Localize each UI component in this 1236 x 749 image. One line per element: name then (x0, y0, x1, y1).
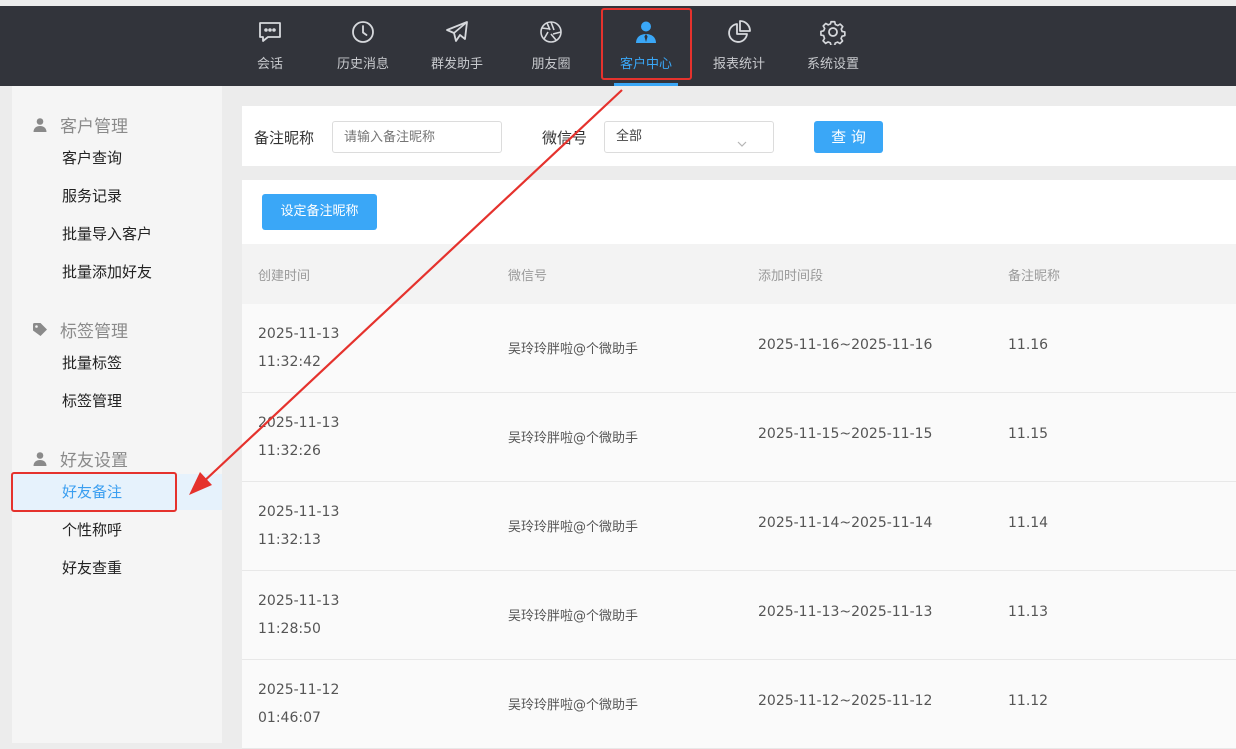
sidebar-item-personal-address[interactable]: 个性称呼 (12, 512, 222, 548)
column-header-add-period: 添加时间段 (758, 269, 824, 284)
cell-wechat: 吴玲玲胖啦@个微助手 (508, 609, 639, 624)
column-header-wechat: 微信号 (508, 269, 548, 284)
sidebar-group-title: 标签管理 (60, 322, 128, 342)
nav-tab-label: 报表统计 (712, 57, 765, 72)
aperture-icon (537, 18, 565, 46)
nav-tab-chat[interactable]: 会话 (247, 6, 293, 86)
nav-tab-label: 朋友圈 (531, 57, 571, 72)
sidebar-group-customer-management: 客户管理 (32, 112, 128, 137)
cell-add-period: 2025-11-16~2025-11-16 (758, 337, 933, 353)
cell-created-date: 2025-11-13 (258, 504, 340, 520)
cell-remark-nickname: 11.12 (1008, 693, 1049, 709)
wechat-select[interactable]: 全部 (604, 121, 774, 153)
nav-tab-reports[interactable]: 报表统计 (707, 6, 771, 86)
nav-tab-label: 会话 (256, 57, 283, 72)
nav-tab-label: 历史消息 (336, 57, 389, 72)
chevron-down-icon (737, 131, 747, 147)
cell-wechat: 吴玲玲胖啦@个微助手 (508, 342, 639, 357)
sidebar-item-customer-query[interactable]: 客户查询 (12, 140, 222, 176)
cell-add-period: 2025-11-14~2025-11-14 (758, 515, 933, 531)
sidebar-item-service-records[interactable]: 服务记录 (12, 178, 222, 214)
nav-tab-broadcast[interactable]: 群发助手 (425, 6, 489, 86)
column-header-remark-nickname: 备注昵称 (1008, 269, 1061, 284)
cell-remark-nickname: 11.13 (1008, 604, 1049, 620)
cell-add-period: 2025-11-15~2025-11-15 (758, 426, 933, 442)
sidebar-item-tag-management[interactable]: 标签管理 (12, 383, 222, 419)
sidebar-item-friend-dedup[interactable]: 好友查重 (12, 550, 222, 586)
table-row: 2025-11-13 11:32:13 吴玲玲胖啦@个微助手 2025-11-14~2… (242, 482, 1236, 571)
clock-icon (349, 18, 377, 46)
sidebar-item-batch-import[interactable]: 批量导入客户 (12, 216, 222, 252)
gear-icon (819, 18, 847, 46)
tag-icon (32, 322, 48, 338)
wechat-select-value: 全部 (616, 129, 643, 144)
annotation-highlight-box (601, 8, 692, 80)
cell-created-time: 2025-11-13 11:28:50 (258, 587, 368, 643)
table-row: 2025-11-13 11:28:50 吴玲玲胖啦@个微助手 2025-11-13~2… (242, 571, 1236, 660)
cell-add-period: 2025-11-12~2025-11-12 (758, 693, 933, 709)
column-header-created-time: 创建时间 (258, 269, 311, 284)
paper-plane-icon (443, 18, 471, 46)
cell-remark-nickname: 11.14 (1008, 515, 1049, 531)
user-icon (32, 117, 48, 133)
cell-wechat: 吴玲玲胖啦@个微助手 (508, 698, 639, 713)
cell-created-clock: 11:32:42 (258, 354, 321, 370)
sidebar-group-title: 客户管理 (60, 117, 128, 137)
nickname-filter-label: 备注昵称 (254, 129, 315, 147)
cell-created-time: 2025-11-13 11:32:42 (258, 320, 368, 376)
nav-tab-moments[interactable]: 朋友圈 (525, 6, 577, 86)
query-button[interactable]: 查 询 (814, 121, 883, 153)
pie-chart-icon (725, 18, 753, 46)
table-row: 2025-11-12 01:46:07 吴玲玲胖啦@个微助手 2025-11-12~2… (242, 660, 1236, 749)
wechat-filter-label: 微信号 (542, 129, 588, 147)
table-row: 2025-11-13 11:32:42 吴玲玲胖啦@个微助手 2025-11-16~2… (242, 304, 1236, 393)
cell-remark-nickname: 11.16 (1008, 337, 1049, 353)
cell-created-clock: 11:28:50 (258, 621, 321, 637)
content-panel: 设定备注昵称 创建时间 微信号 添加时间段 备注昵称 2025-11-13 11:… (242, 180, 1236, 749)
cell-created-date: 2025-11-12 (258, 682, 340, 698)
nav-tab-label: 系统设置 (806, 57, 859, 72)
table-header: 创建时间 微信号 添加时间段 备注昵称 (242, 244, 1236, 304)
filter-bar: 备注昵称 微信号 全部 查 询 (242, 106, 1236, 166)
sidebar-group-title: 好友设置 (60, 451, 128, 471)
nickname-search-input[interactable] (332, 121, 502, 153)
cell-remark-nickname: 11.15 (1008, 426, 1049, 442)
cell-created-time: 2025-11-13 11:32:26 (258, 409, 368, 465)
chat-icon (256, 18, 284, 46)
sidebar: 客户管理 客户查询 服务记录 批量导入客户 批量添加好友 标签管理 批量标签 标… (12, 86, 222, 743)
active-tab-underline (614, 83, 678, 86)
cell-created-time: 2025-11-12 01:46:07 (258, 676, 368, 732)
sidebar-item-batch-tags[interactable]: 批量标签 (12, 345, 222, 381)
nav-tab-settings[interactable]: 系统设置 (801, 6, 865, 86)
annotation-highlight-box (11, 472, 177, 512)
set-remark-nickname-button[interactable]: 设定备注昵称 (262, 194, 377, 230)
sidebar-group-friend-settings: 好友设置 (32, 446, 128, 471)
cell-wechat: 吴玲玲胖啦@个微助手 (508, 520, 639, 535)
nav-tab-label: 群发助手 (430, 57, 483, 72)
sidebar-group-tag-management: 标签管理 (32, 317, 128, 342)
cell-created-date: 2025-11-13 (258, 415, 340, 431)
sidebar-item-batch-add-friends[interactable]: 批量添加好友 (12, 254, 222, 290)
cell-created-date: 2025-11-13 (258, 326, 340, 342)
cell-created-clock: 11:32:26 (258, 443, 321, 459)
user-icon (32, 451, 48, 467)
cell-created-date: 2025-11-13 (258, 593, 340, 609)
cell-wechat: 吴玲玲胖啦@个微助手 (508, 431, 639, 446)
cell-created-clock: 01:46:07 (258, 710, 321, 726)
table-row: 2025-11-13 11:32:26 吴玲玲胖啦@个微助手 2025-11-15~2… (242, 393, 1236, 482)
nav-tab-history[interactable]: 历史消息 (330, 6, 396, 86)
cell-created-clock: 11:32:13 (258, 532, 321, 548)
cell-add-period: 2025-11-13~2025-11-13 (758, 604, 933, 620)
cell-created-time: 2025-11-13 11:32:13 (258, 498, 368, 554)
